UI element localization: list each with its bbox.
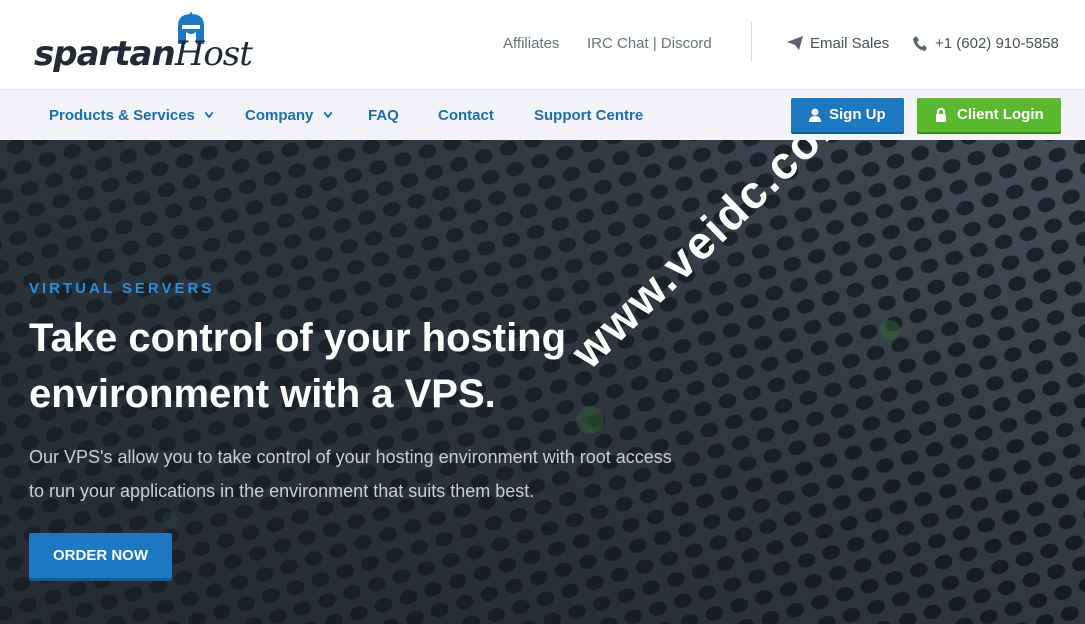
sign-up-button[interactable]: Sign Up: [791, 98, 904, 132]
hero-eyebrow: VIRTUAL SERVERS: [29, 280, 215, 297]
top-header: spartanHost Affiliates IRC Chat | Discor…: [0, 0, 1085, 90]
order-now-button[interactable]: ORDER NOW: [29, 533, 172, 578]
hero-description: Our VPS's allow you to take control of y…: [29, 447, 672, 501]
main-navigation: Products & Services Company FAQ Contact …: [0, 90, 1085, 140]
affiliates-link[interactable]: Affiliates: [503, 34, 559, 54]
nav-products-services[interactable]: Products & Services: [49, 106, 214, 126]
irc-discord-link[interactable]: IRC Chat | Discord: [587, 34, 712, 54]
lock-icon: [936, 108, 946, 122]
spartanhost-logo[interactable]: spartanHost: [34, 10, 253, 76]
phone-icon: [913, 36, 927, 51]
paper-plane-icon: [787, 36, 803, 50]
client-login-button[interactable]: Client Login: [917, 98, 1061, 132]
nav-support-centre[interactable]: Support Centre: [534, 106, 643, 126]
chevron-down-icon: [323, 112, 332, 118]
hero-banner: VIRTUAL SERVERS Take control of your hos…: [0, 140, 1085, 624]
email-sales-link[interactable]: Email Sales: [787, 34, 897, 54]
header-divider: [751, 22, 752, 62]
phone-number[interactable]: +1 (602) 910-5858: [913, 34, 1063, 54]
logo-wordmark: spartanHost: [34, 34, 253, 74]
nav-faq[interactable]: FAQ: [368, 106, 399, 126]
nav-company[interactable]: Company: [245, 106, 332, 126]
user-icon: [809, 108, 821, 122]
nav-contact[interactable]: Contact: [438, 106, 494, 126]
chevron-down-icon: [205, 112, 214, 118]
